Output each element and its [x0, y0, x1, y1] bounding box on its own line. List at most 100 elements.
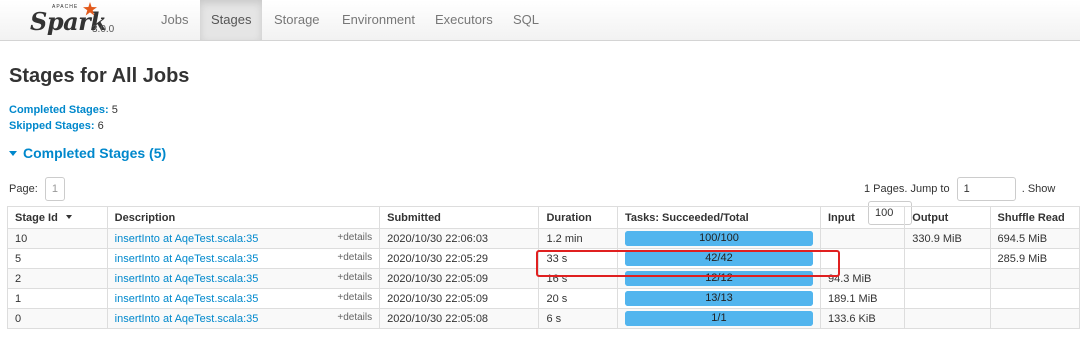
- description-cell: insertInto at AqeTest.scala:35 +details: [106, 248, 381, 269]
- input-size: [819, 228, 906, 249]
- col-description[interactable]: Description: [106, 206, 381, 229]
- table-header-row: Stage Id Description Submitted Duration …: [7, 206, 1080, 229]
- tasks-cell: 1/1: [616, 308, 821, 329]
- pages-jump-label: 1 Pages. Jump to: [864, 182, 950, 195]
- tasks-cell: 42/42: [616, 248, 821, 269]
- details-toggle[interactable]: +details: [337, 272, 372, 283]
- shuffle-read-size: 694.5 MiB: [989, 228, 1080, 249]
- table-row: 1 insertInto at AqeTest.scala:35 +details 2…: [7, 288, 1080, 309]
- stages-table: Stage Id Description Submitted Duration …: [7, 206, 1080, 329]
- stage-description-link[interactable]: insertInto at AqeTest.scala:35: [115, 313, 259, 325]
- tasks-count: 42/42: [705, 252, 733, 264]
- skipped-stages-link[interactable]: Skipped Stages:: [9, 120, 95, 132]
- table-row: 0 insertInto at AqeTest.scala:35 +details 2…: [7, 308, 1080, 329]
- stage-description-link[interactable]: insertInto at AqeTest.scala:35: [115, 253, 259, 265]
- output-size: [904, 248, 991, 269]
- sort-desc-icon: [65, 214, 72, 219]
- page-label: Page:: [9, 182, 38, 195]
- description-cell: insertInto at AqeTest.scala:35 +details: [106, 308, 381, 329]
- spark-star-icon: [83, 2, 97, 16]
- table-row: 2 insertInto at AqeTest.scala:35 +details 2…: [7, 268, 1080, 289]
- spark-logo[interactable]: APACHE Spark 3.0.0: [30, 2, 120, 38]
- tasks-cell: 100/100: [616, 228, 821, 249]
- nav-tab-jobs[interactable]: Jobs: [150, 0, 199, 40]
- stage-description-link[interactable]: insertInto at AqeTest.scala:35: [115, 293, 259, 305]
- completed-stages-link[interactable]: Completed Stages:: [9, 104, 109, 116]
- description-cell: insertInto at AqeTest.scala:35 +details: [106, 268, 381, 289]
- shuffle-read-size: 285.9 MiB: [989, 248, 1080, 269]
- nav-tab-stages[interactable]: Stages: [200, 0, 263, 40]
- output-size: [904, 288, 991, 309]
- shuffle-read-size: [989, 268, 1080, 289]
- top-navbar: APACHE Spark 3.0.0 Jobs Stages Storage E…: [0, 0, 1080, 41]
- tasks-cell: 13/13: [616, 288, 821, 309]
- input-size: 133.6 KiB: [819, 308, 906, 329]
- col-shuffle-read[interactable]: Shuffle Read: [989, 206, 1080, 229]
- spark-version: 3.0.0: [92, 24, 115, 35]
- table-row: 10 insertInto at AqeTest.scala:35 +details…: [7, 228, 1080, 249]
- submitted-time: 2020/10/30 22:05:09: [379, 268, 540, 289]
- tasks-count: 100/100: [699, 232, 739, 244]
- input-size: [819, 248, 906, 269]
- details-toggle[interactable]: +details: [337, 252, 372, 263]
- details-toggle[interactable]: +details: [337, 232, 372, 243]
- show-label: . Show: [1021, 182, 1056, 195]
- pager-left: Page: 1: [9, 177, 65, 201]
- description-cell: insertInto at AqeTest.scala:35 +details: [106, 228, 381, 249]
- submitted-time: 2020/10/30 22:05:29: [379, 248, 540, 269]
- nav-tab-environment[interactable]: Environment: [331, 0, 426, 40]
- col-output[interactable]: Output: [904, 206, 991, 229]
- col-stage-id[interactable]: Stage Id: [7, 206, 108, 229]
- tasks-count: 13/13: [705, 292, 733, 304]
- nav-tab-executors[interactable]: Executors: [424, 0, 504, 40]
- duration: 33 s: [538, 248, 618, 269]
- nav-tab-sql[interactable]: SQL: [502, 0, 550, 40]
- col-input[interactable]: Input: [819, 206, 906, 229]
- output-size: [904, 308, 991, 329]
- stage-id: 2: [7, 268, 108, 289]
- completed-stages-stat: Completed Stages: 5: [9, 104, 118, 116]
- tasks-progress-bar: 100/100: [624, 231, 813, 246]
- stage-id: 0: [7, 308, 108, 329]
- submitted-time: 2020/10/30 22:05:09: [379, 288, 540, 309]
- skipped-stages-stat: Skipped Stages: 6: [9, 120, 104, 132]
- input-size: 189.1 MiB: [819, 288, 906, 309]
- stage-description-link[interactable]: insertInto at AqeTest.scala:35: [115, 273, 259, 285]
- input-size: 94.3 MiB: [819, 268, 906, 289]
- caret-down-icon: [9, 151, 17, 156]
- output-size: [904, 268, 991, 289]
- nav-tab-storage[interactable]: Storage: [263, 0, 331, 40]
- shuffle-read-size: [989, 308, 1080, 329]
- duration: 16 s: [538, 268, 618, 289]
- jump-to-input[interactable]: 1: [956, 177, 1016, 201]
- tasks-progress-bar: 13/13: [624, 291, 813, 306]
- tasks-progress-bar: 42/42: [624, 251, 813, 266]
- stage-id: 5: [7, 248, 108, 269]
- description-cell: insertInto at AqeTest.scala:35 +details: [106, 288, 381, 309]
- tasks-count: 1/1: [711, 312, 727, 324]
- shuffle-read-size: [989, 288, 1080, 309]
- duration: 6 s: [538, 308, 618, 329]
- tasks-progress-bar: 1/1: [624, 311, 813, 326]
- tasks-progress-bar: 12/12: [624, 271, 813, 286]
- duration: 1.2 min: [538, 228, 618, 249]
- stage-description-link[interactable]: insertInto at AqeTest.scala:35: [115, 233, 259, 245]
- col-duration[interactable]: Duration: [538, 206, 618, 229]
- submitted-time: 2020/10/30 22:06:03: [379, 228, 540, 249]
- col-submitted[interactable]: Submitted: [379, 206, 540, 229]
- stage-id: 1: [7, 288, 108, 309]
- completed-stages-toggle[interactable]: Completed Stages (5): [9, 145, 166, 161]
- skipped-stages-count: 6: [97, 120, 104, 132]
- tasks-cell: 12/12: [616, 268, 821, 289]
- page-title: Stages for All Jobs: [9, 65, 190, 87]
- submitted-time: 2020/10/30 22:05:08: [379, 308, 540, 329]
- table-row: 5 insertInto at AqeTest.scala:35 +details 2…: [7, 248, 1080, 269]
- completed-stages-header: Completed Stages (5): [23, 145, 167, 161]
- tasks-count: 12/12: [705, 272, 733, 284]
- page-input[interactable]: 1: [44, 177, 65, 201]
- output-size: 330.9 MiB: [904, 228, 991, 249]
- col-tasks[interactable]: Tasks: Succeeded/Total: [616, 206, 821, 229]
- details-toggle[interactable]: +details: [337, 312, 372, 323]
- details-toggle[interactable]: +details: [337, 292, 372, 303]
- completed-stages-count: 5: [111, 104, 118, 116]
